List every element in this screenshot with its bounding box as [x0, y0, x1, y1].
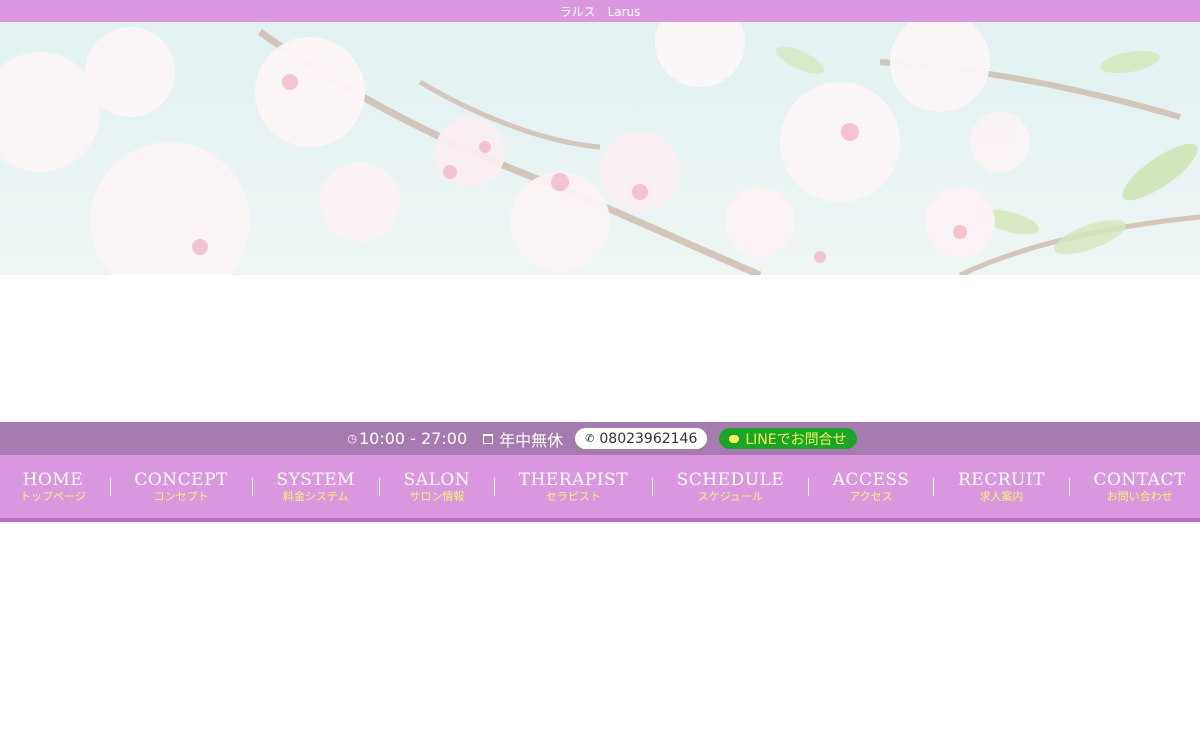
nav-item-salon[interactable]: SALON サロン情報	[404, 455, 471, 518]
holiday-info: 年中無休	[475, 427, 563, 451]
main-navigation: HOME トップページ CONCEPT コンセプト SYSTEM 料金システム …	[0, 455, 1200, 522]
nav-divider	[933, 477, 935, 496]
nav-label-en: RECRUIT	[957, 470, 1045, 490]
nav-label-en: SYSTEM	[276, 470, 356, 490]
nav-divider	[109, 477, 111, 496]
nav-label-jp: トップページ	[20, 490, 86, 503]
nav-item-schedule[interactable]: SCHEDULE スケジュール	[677, 455, 785, 518]
nav-divider	[1068, 477, 1070, 496]
nav-label-en: ACCESS	[832, 470, 910, 490]
nav-label-jp: スケジュール	[697, 490, 763, 503]
holiday-text: 年中無休	[499, 430, 564, 450]
cherry-blossom-image	[0, 22, 1200, 275]
line-label: LINEでお問合せ	[745, 431, 847, 448]
nav-label-en: HOME	[22, 470, 84, 490]
nav-item-system[interactable]: SYSTEM 料金システム	[276, 455, 355, 518]
clock-icon: ◷	[347, 432, 357, 445]
nav-item-contact[interactable]: CONTACT お問い合わせ	[1093, 455, 1185, 518]
nav-label-en: SCHEDULE	[676, 470, 785, 490]
nav-label-jp: お問い合わせ	[1106, 490, 1173, 503]
site-title-bar: ラルス Larus	[0, 0, 1200, 22]
info-bar: ◷ 10:00 - 27:00 年中無休 ✆ 08023962146 LINEで…	[0, 422, 1200, 455]
business-hours: ◷ 10:00 - 27:00	[347, 429, 467, 448]
nav-item-therapist[interactable]: THERAPIST セラピスト	[519, 455, 628, 518]
page-body	[0, 522, 1200, 746]
nav-label-en: CONCEPT	[134, 470, 228, 490]
nav-item-recruit[interactable]: RECRUIT 求人案内	[958, 455, 1045, 518]
line-chat-icon	[729, 434, 740, 443]
phone-button[interactable]: ✆ 08023962146	[575, 428, 708, 449]
phone-number: 08023962146	[599, 430, 698, 447]
nav-label-en: SALON	[403, 470, 471, 490]
nav-label-jp: セラピスト	[545, 490, 601, 503]
content-spacer	[0, 275, 1200, 422]
nav-divider	[651, 477, 653, 496]
nav-item-concept[interactable]: CONCEPT コンセプト	[134, 455, 228, 518]
nav-label-jp: 求人案内	[979, 490, 1024, 503]
nav-divider	[251, 477, 253, 496]
nav-divider	[493, 477, 495, 496]
nav-divider	[378, 477, 380, 496]
nav-label-jp: サロン情報	[409, 490, 465, 503]
nav-label-jp: コンセプト	[153, 490, 209, 503]
nav-label-en: THERAPIST	[518, 470, 629, 490]
calendar-icon	[483, 433, 494, 444]
site-title: ラルス Larus	[559, 4, 641, 19]
nav-label-jp: アクセス	[849, 490, 893, 503]
line-contact-button[interactable]: LINEでお問合せ	[719, 428, 857, 449]
nav-label-en: CONTACT	[1093, 470, 1186, 490]
nav-divider	[807, 477, 809, 496]
hours-text: 10:00 - 27:00	[358, 429, 468, 448]
nav-label-jp: 料金システム	[282, 490, 349, 503]
nav-item-access[interactable]: ACCESS アクセス	[833, 455, 910, 518]
hero-banner	[0, 22, 1200, 275]
phone-icon: ✆	[585, 432, 595, 445]
nav-item-home[interactable]: HOME トップページ	[20, 455, 86, 518]
